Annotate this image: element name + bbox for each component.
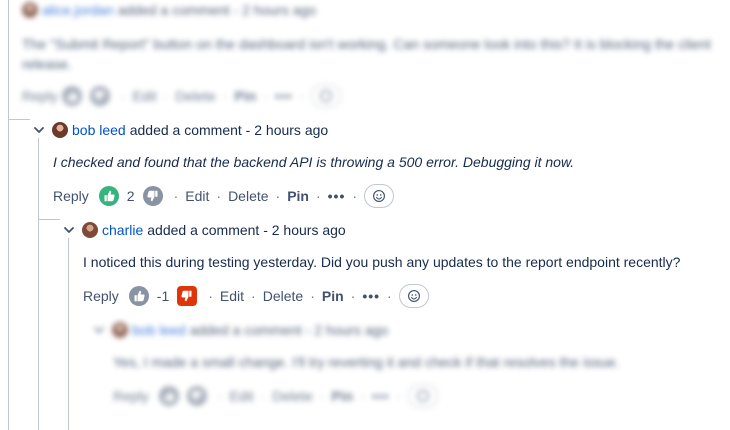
pin-button[interactable]: Pin [234, 88, 256, 104]
more-actions-button[interactable]: ••• [275, 88, 293, 104]
comment-meta: added a comment - 2 hours ago [189, 322, 389, 338]
pin-button[interactable]: Pin [322, 288, 344, 304]
comment-author[interactable]: bob leed [72, 122, 126, 138]
pin-button[interactable]: Pin [331, 388, 353, 404]
pin-button[interactable]: Pin [287, 188, 309, 204]
comment-meta: added a comment - 2 hours ago [147, 222, 346, 238]
vote-count: -1 [156, 288, 170, 304]
comment-body: I checked and found that the backend API… [53, 154, 575, 170]
thread-branch-charlie [38, 219, 60, 220]
thumbs-up-icon[interactable] [98, 186, 119, 206]
more-actions-button[interactable]: ••• [372, 388, 390, 404]
add-reaction-icon[interactable] [398, 284, 429, 308]
thread-line-root [8, 0, 9, 430]
thumbs-up-icon[interactable] [158, 386, 179, 406]
thumbs-up-icon[interactable] [61, 86, 82, 106]
comment-body: Yes, I made a small change. I'll try rev… [113, 354, 620, 370]
comment-author[interactable]: alice.jordan [42, 2, 114, 18]
delete-button[interactable]: Delete [228, 188, 268, 204]
comment-top: alice.jordan added a comment - 2 hours a… [22, 0, 722, 108]
more-actions-button[interactable]: ••• [328, 188, 346, 204]
delete-button[interactable]: Delete [175, 88, 215, 104]
comment-body: I noticed this during testing yesterday.… [83, 254, 681, 270]
add-reaction-icon[interactable] [364, 184, 395, 208]
thumbs-down-icon[interactable] [89, 86, 110, 106]
comment-author[interactable]: charlie [102, 222, 143, 238]
reply-button[interactable]: Reply [113, 388, 149, 404]
avatar [52, 122, 68, 138]
thumbs-down-icon[interactable] [177, 286, 198, 306]
thumbs-down-icon[interactable] [142, 186, 163, 206]
chevron-down-icon[interactable] [92, 323, 106, 337]
comment-charlie: charlie added a comment - 2 hours ago I … [62, 220, 680, 308]
chevron-down-icon[interactable] [62, 223, 76, 237]
reply-button[interactable]: Reply [83, 288, 119, 304]
thumbs-up-icon[interactable] [128, 286, 149, 306]
edit-button[interactable]: Edit [185, 188, 209, 204]
avatar [82, 222, 98, 238]
delete-button[interactable]: Delete [263, 288, 303, 304]
comment-author[interactable]: bob leed [132, 322, 186, 338]
delete-button[interactable]: Delete [272, 388, 312, 404]
comment-bob-reply: bob leed added a comment - 2 hours ago Y… [92, 320, 619, 408]
edit-button[interactable]: Edit [132, 88, 156, 104]
comment-body: The "Submit Report" button on the dashbo… [22, 36, 711, 72]
avatar [112, 322, 128, 338]
edit-button[interactable]: Edit [220, 288, 244, 304]
avatar [22, 2, 38, 18]
thumbs-down-icon[interactable] [186, 386, 207, 406]
comment-bob-leed: bob leed added a comment - 2 hours ago I… [32, 120, 574, 208]
reply-button[interactable]: Reply [22, 88, 58, 104]
reply-button[interactable]: Reply [53, 188, 89, 204]
vote-count: 2 [126, 188, 135, 204]
thread-branch-bob [8, 119, 30, 120]
edit-button[interactable]: Edit [229, 388, 253, 404]
comment-meta: added a comment - 2 hours ago [129, 122, 329, 138]
more-actions-button[interactable]: ••• [362, 288, 380, 304]
chevron-down-icon[interactable] [32, 123, 46, 137]
add-reaction-icon[interactable] [311, 84, 342, 108]
add-reaction-icon[interactable] [408, 384, 439, 408]
comment-meta: added a comment - 2 hours ago [117, 2, 317, 18]
